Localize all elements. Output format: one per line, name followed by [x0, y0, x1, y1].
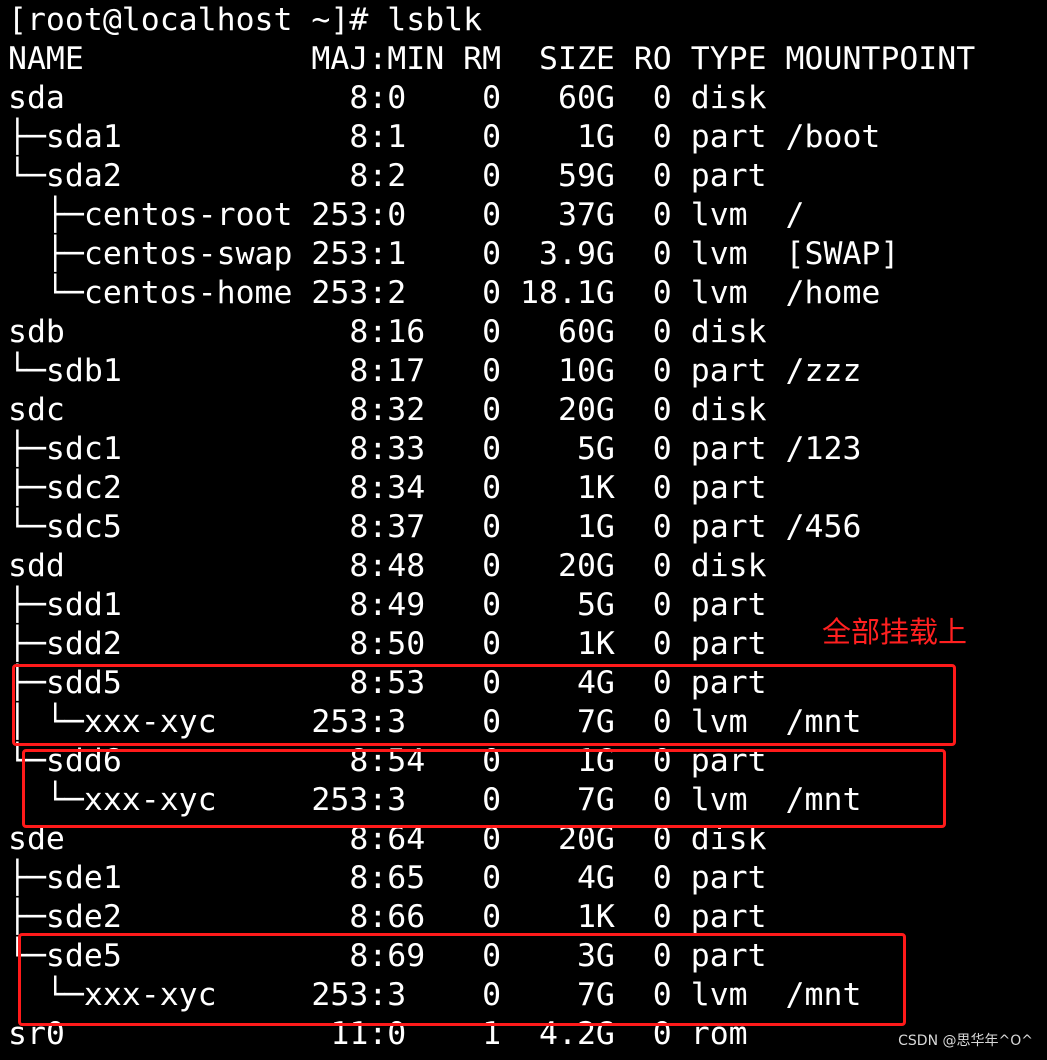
lsblk-row-sdd5-lvm: │ └─xxx-xyc 253:3 0 7G 0 lvm /mnt — [8, 704, 862, 740]
lsblk-row-sde: sde 8:64 0 20G 0 disk — [8, 821, 767, 857]
lsblk-row-sde1: ├─sde1 8:65 0 4G 0 part — [8, 860, 767, 896]
lsblk-row-sdc1: ├─sdc1 8:33 0 5G 0 part /123 — [8, 431, 862, 467]
lsblk-row-sda2: └─sda2 8:2 0 59G 0 part — [8, 158, 767, 194]
lsblk-row-sdb: sdb 8:16 0 60G 0 disk — [8, 314, 767, 350]
command-prompt-line: [root@localhost ~]# lsblk — [8, 2, 483, 38]
lsblk-row-sde5-lvm: └─xxx-xyc 253:3 0 7G 0 lvm /mnt — [8, 977, 862, 1013]
lsblk-row-sdd6: └─sdd6 8:54 0 1G 0 part — [8, 743, 767, 779]
lsblk-row-sdc5: └─sdc5 8:37 0 1G 0 part /456 — [8, 509, 862, 545]
lsblk-row-sdc: sdc 8:32 0 20G 0 disk — [8, 392, 767, 428]
lsblk-row-sr0: sr0 11:0 1 4.2G 0 rom — [8, 1016, 748, 1052]
csdn-watermark: CSDN @思华年^O^ — [898, 1033, 1033, 1049]
lsblk-row-sdc2: ├─sdc2 8:34 0 1K 0 part — [8, 470, 767, 506]
lsblk-row-sdb1: └─sdb1 8:17 0 10G 0 part /zzz — [8, 353, 862, 389]
lsblk-row-sdd: sdd 8:48 0 20G 0 disk — [8, 548, 767, 584]
lsblk-row-sde2: ├─sde2 8:66 0 1K 0 part — [8, 899, 767, 935]
lsblk-row-sda: sda 8:0 0 60G 0 disk — [8, 80, 767, 116]
lsblk-row-sdd2: ├─sdd2 8:50 0 1K 0 part — [8, 626, 767, 662]
lsblk-header-row: NAME MAJ:MIN RM SIZE RO TYPE MOUNTPOINT — [8, 41, 976, 77]
lsblk-row-sdd1: ├─sdd1 8:49 0 5G 0 part — [8, 587, 767, 623]
lsblk-row-centos-home: └─centos-home 253:2 0 18.1G 0 lvm /home — [8, 275, 881, 311]
lsblk-row-sda1: ├─sda1 8:1 0 1G 0 part /boot — [8, 119, 881, 155]
lsblk-row-centos-swap: ├─centos-swap 253:1 0 3.9G 0 lvm [SWAP] — [8, 236, 900, 272]
lsblk-row-sde5: └─sde5 8:69 0 3G 0 part — [8, 938, 767, 974]
lsblk-row-centos-root: ├─centos-root 253:0 0 37G 0 lvm / — [8, 197, 805, 233]
lsblk-row-sdd5: ├─sdd5 8:53 0 4G 0 part — [8, 665, 767, 701]
terminal-window: [root@localhost ~]# lsblk NAME MAJ:MIN R… — [0, 0, 1047, 1060]
annotation-label: 全部挂载上 — [822, 615, 968, 649]
lsblk-row-sdd6-lvm: └─xxx-xyc 253:3 0 7G 0 lvm /mnt — [8, 782, 862, 818]
